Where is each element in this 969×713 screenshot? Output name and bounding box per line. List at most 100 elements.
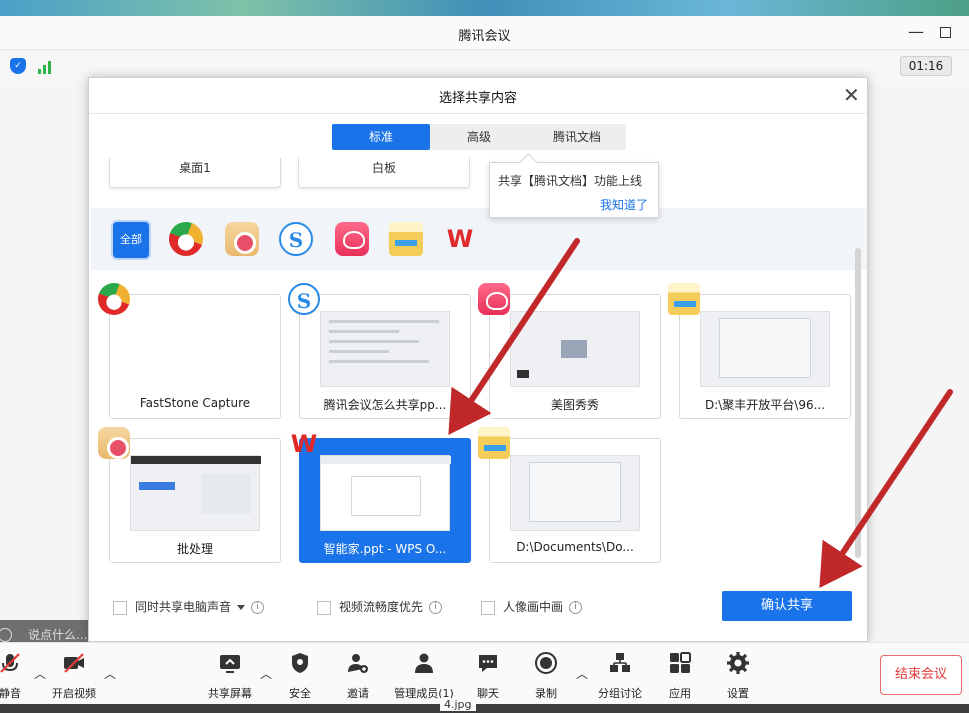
window-card-folder-1[interactable]: D:\聚丰开放平台\96... [668,283,851,419]
folder-icon [668,283,700,315]
apps-label: 应用 [669,687,691,700]
filter-faststone[interactable] [169,222,205,258]
settings-label: 设置 [727,687,749,700]
tooltip-dismiss-link[interactable]: 我知道了 [600,196,648,213]
share-screen-button[interactable]: 共享屏幕 [200,651,260,701]
batch-icon [225,222,259,256]
filter-batch[interactable] [225,222,261,258]
mic-off-icon [0,651,22,675]
share-audio-checkbox[interactable] [113,600,127,615]
video-smooth-checkbox[interactable] [317,600,331,615]
window-grid: FastStone Capture 腾讯会议怎么共享pp... 美图秀秀 [91,270,867,570]
window-card-sogou[interactable]: 腾讯会议怎么共享pp... [288,283,471,419]
filter-meitu[interactable] [335,222,371,258]
chevron-up-icon[interactable]: ︿ [104,665,116,682]
chat-placeholder: 说点什么... [28,628,88,642]
tab-tencent-docs[interactable]: 腾讯文档 [528,124,626,150]
maximize-icon[interactable] [940,27,951,38]
window-card-label: FastStone Capture [139,396,251,410]
breakout-button[interactable]: 分组讨论 [590,651,650,701]
filter-all-button[interactable]: 全部 [113,222,149,258]
security-button[interactable]: 安全 [270,651,330,701]
tencent-docs-tooltip: 共享【腾讯文档】功能上线 我知道了 [489,162,659,218]
invite-label: 邀请 [347,687,369,700]
chevron-down-icon[interactable] [237,605,246,610]
sogou-icon [288,283,320,315]
window-card-folder-2[interactable]: D:\Documents\Do... [478,427,661,563]
share-tabs: 标准 高级 腾讯文档 [332,124,626,150]
chat-button[interactable]: 聊天 [458,651,518,701]
window-card-label: 腾讯会议怎么共享pp... [323,398,447,412]
tab-advanced[interactable]: 高级 [430,124,528,150]
record-icon [534,651,558,675]
confirm-share-button[interactable]: 确认共享 [722,591,852,621]
desktop-1-option[interactable]: 桌面1 [109,158,281,188]
app-filter-bar: 全部 [91,208,867,270]
filter-folder[interactable] [389,222,425,258]
window-thumbnail [700,311,830,387]
window-card-label: D:\Documents\Do... [516,540,634,554]
filter-sogou[interactable] [279,222,315,258]
taskbar-filename: 4.jpg [440,698,476,711]
screen-share-icon [218,651,242,675]
tab-standard[interactable]: 标准 [332,124,430,150]
window-title: 腾讯会议 [458,29,511,44]
window-card-faststone[interactable]: FastStone Capture [98,283,281,419]
mute-label: 静音 [0,687,21,700]
video-smooth-label: 视频流畅度优先 [339,600,424,614]
manage-members-button[interactable]: 管理成员(1) [394,651,454,701]
start-video-label: 开启视频 [52,687,96,700]
wps-icon [288,427,320,459]
record-button[interactable]: 录制 [516,651,576,701]
share-content-dialog: 选择共享内容 ✕ 标准 高级 腾讯文档 桌面1 白板 全部 共享【腾讯文档】功能… [88,77,868,642]
window-thumbnail [320,455,451,531]
record-label: 录制 [535,687,557,700]
info-icon[interactable]: i [429,601,443,614]
camera-off-icon [62,651,86,675]
whiteboard-option[interactable]: 白板 [298,158,470,188]
folder-icon [389,222,423,256]
close-icon[interactable]: ✕ [843,83,860,107]
start-video-button[interactable]: 开启视频 [44,651,104,701]
faststone-icon [169,222,203,256]
security-label: 安全 [289,687,311,700]
window-list-scrollbar[interactable] [855,248,861,558]
info-icon[interactable]: i [569,601,583,614]
pip-label: 人像画中画 [503,600,564,614]
apps-icon [668,651,692,675]
video-smooth-option[interactable]: 视频流畅度优先 i [317,598,443,618]
settings-icon [726,651,750,675]
minimize-icon[interactable]: — [908,22,924,41]
faststone-icon [98,283,130,315]
window-card-label: 美图秀秀 [550,398,599,412]
folder-icon [478,427,510,459]
pip-option[interactable]: 人像画中画 i [481,598,583,618]
share-audio-option[interactable]: 同时共享电脑声音 i [113,598,265,618]
pip-checkbox[interactable] [481,600,495,615]
meeting-timer: 01:16 [900,56,952,76]
wps-icon [443,222,477,256]
sogou-icon [279,222,313,256]
network-signal-icon[interactable] [38,58,56,74]
apps-button[interactable]: 应用 [650,651,710,701]
window-card-label: 批处理 [176,542,213,556]
chevron-up-icon[interactable]: ︿ [576,665,588,682]
share-audio-label: 同时共享电脑声音 [135,600,232,614]
dialog-header: 选择共享内容 ✕ [89,78,867,114]
meeting-toolbar: 静音 ︿ 开启视频 ︿ 共享屏幕 ︿ 安全 邀请 管理成员(1) 聊天 录制 ︿… [0,642,969,713]
window-card-batch[interactable]: 批处理 [98,427,281,563]
window-card-wps[interactable]: 智能家.ppt - WPS O... [288,430,471,563]
end-meeting-button[interactable]: 结束会议 [880,655,962,695]
window-card-label: 智能家.ppt - WPS O... [323,542,447,556]
batch-icon [98,427,130,459]
window-card-meitu[interactable]: 美图秀秀 [478,283,661,419]
security-shield-icon[interactable]: ✓ [10,58,26,74]
invite-button[interactable]: 邀请 [328,651,388,701]
taskbar-strip: 4.jpg [0,698,969,713]
filter-wps[interactable] [443,222,479,258]
window-thumbnail [510,311,640,387]
window-thumbnail [320,311,450,387]
settings-button[interactable]: 设置 [708,651,768,701]
breakout-label: 分组讨论 [598,687,642,700]
info-icon[interactable]: i [251,601,265,614]
